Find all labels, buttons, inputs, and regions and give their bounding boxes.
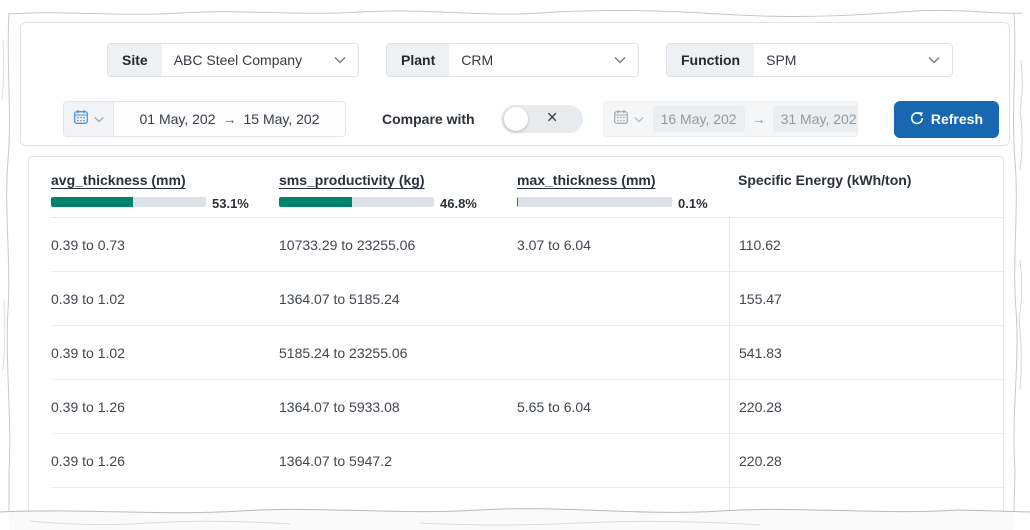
filter-panel: Site ABC Steel Company Plant CRM Functio… (20, 22, 1010, 146)
column-header-sms-productivity[interactable]: sms_productivity (kg) 46.8% (279, 172, 517, 217)
toggle-off-x-icon: × (546, 107, 558, 129)
column-label: Specific Energy (kWh/ton) (738, 172, 912, 188)
cell-sms-productivity: 1364.07 to 5933.08 (279, 380, 517, 434)
bins-table: avg_thickness (mm) 53.1% sms_productivit… (28, 156, 1004, 530)
cell-avg-thickness: 0.39 to 1.02 (51, 326, 279, 380)
chevron-down-icon (614, 44, 638, 76)
function-select-label: Function (667, 44, 755, 76)
arrow-right-icon: → (751, 111, 766, 127)
toggle-knob (503, 107, 528, 131)
table-row: 0.39 to 1.02 1364.07 to 5185.24 155.47 (51, 272, 1003, 326)
compare-date-range-picker: 16 May, 202 → 31 May, 202 (602, 101, 858, 137)
cell-sms-productivity: 1364.07 to 5947.2 (279, 434, 517, 488)
cell-max-thickness (517, 434, 729, 488)
column-weight-bar (279, 196, 434, 207)
dashboard-screen: Site ABC Steel Company Plant CRM Functio… (0, 0, 1030, 530)
refresh-button[interactable]: Refresh (893, 100, 999, 138)
chevron-down-icon (94, 110, 104, 128)
cell-sms-productivity: 5185.24 to 23255.06 (279, 326, 517, 380)
column-label: max_thickness (mm) (517, 172, 656, 188)
refresh-button-label: Refresh (930, 111, 983, 127)
table-header-row: avg_thickness (mm) 53.1% sms_productivit… (51, 157, 1003, 218)
cell-max-thickness: 3.07 to 6.04 (517, 218, 729, 272)
primary-date-range-value[interactable]: 01 May, 202 → 15 May, 202 (114, 102, 345, 136)
cell-specific-energy: 110.62 (729, 218, 1003, 272)
column-weight-bar (517, 196, 672, 207)
table-row: 0.39 to 1.02 5185.24 to 23255.06 541.83 (51, 326, 1003, 380)
calendar-icon (73, 109, 89, 130)
plant-select-value: CRM (461, 52, 494, 68)
site-select[interactable]: Site ABC Steel Company (107, 43, 359, 77)
column-label: sms_productivity (kg) (279, 172, 425, 188)
cell-specific-energy: 155.47 (729, 272, 1003, 326)
end-date: 15 May, 202 (243, 111, 320, 127)
cell-sms-productivity: 10733.29 to 23255.06 (279, 218, 517, 272)
plant-select[interactable]: Plant CRM (386, 43, 639, 77)
filter-row-dates: 01 May, 202 → 15 May, 202 Compare with × (21, 100, 999, 138)
calendar-button[interactable] (64, 102, 114, 136)
column-header-specific-energy: Specific Energy (kWh/ton) (729, 172, 1003, 217)
cell-max-thickness (517, 326, 729, 380)
column-weight-percent: 0.1% (678, 196, 708, 211)
plant-select-label: Plant (387, 44, 450, 76)
end-date: 31 May, 202 (772, 106, 857, 132)
cell-avg-thickness: 0.39 to 0.73 (51, 218, 279, 272)
cell-specific-energy: 541.83 (729, 326, 1003, 380)
calendar-button-disabled (603, 102, 653, 136)
table-row: 0.39 to 1.26 1364.07 to 5933.08 5.65 to … (51, 380, 1003, 434)
compare-toggle[interactable]: × (500, 105, 583, 133)
chevron-down-icon (633, 110, 644, 128)
table-row: 0.39 to 1.26 1364.07 to 5947.2 220.28 (51, 434, 1003, 488)
chevron-down-icon (334, 44, 358, 76)
column-header-avg-thickness[interactable]: avg_thickness (mm) 53.1% (51, 172, 279, 217)
calendar-icon (613, 109, 629, 130)
column-label: avg_thickness (mm) (51, 172, 186, 188)
column-weight-percent: 53.1% (212, 196, 249, 211)
filter-row-selectors: Site ABC Steel Company Plant CRM Functio… (107, 43, 999, 77)
cell-specific-energy: 220.28 (729, 434, 1003, 488)
cell-max-thickness: 5.65 to 6.04 (517, 380, 729, 434)
site-select-label: Site (108, 44, 162, 76)
compare-with-label: Compare with (382, 111, 475, 127)
cell-sms-productivity: 1364.07 to 5185.24 (279, 272, 517, 326)
start-date: 01 May, 202 (139, 111, 216, 127)
cell-avg-thickness: 0.39 to 1.26 (51, 434, 279, 488)
arrow-right-icon: → (222, 111, 237, 127)
refresh-icon (910, 111, 924, 128)
table-row: 0.39 to 0.73 10733.29 to 23255.06 3.07 t… (51, 218, 1003, 272)
compare-date-range-value: 16 May, 202 → 31 May, 202 (652, 102, 857, 136)
cell-avg-thickness: 0.39 to 1.26 (51, 380, 279, 434)
primary-date-range-picker[interactable]: 01 May, 202 → 15 May, 202 (63, 101, 346, 137)
function-select[interactable]: Function SPM (666, 43, 953, 77)
cell-specific-energy: 220.28 (729, 380, 1003, 434)
site-select-value: ABC Steel Company (173, 52, 303, 68)
cell-max-thickness (517, 272, 729, 326)
chevron-down-icon (928, 44, 952, 76)
column-weight-percent: 46.8% (440, 196, 477, 211)
table-row-partial (51, 488, 1003, 530)
function-select-value: SPM (766, 52, 797, 68)
start-date: 16 May, 202 (652, 106, 745, 132)
column-header-max-thickness[interactable]: max_thickness (mm) 0.1% (517, 172, 729, 217)
column-weight-bar (51, 196, 206, 207)
cell-avg-thickness: 0.39 to 1.02 (51, 272, 279, 326)
